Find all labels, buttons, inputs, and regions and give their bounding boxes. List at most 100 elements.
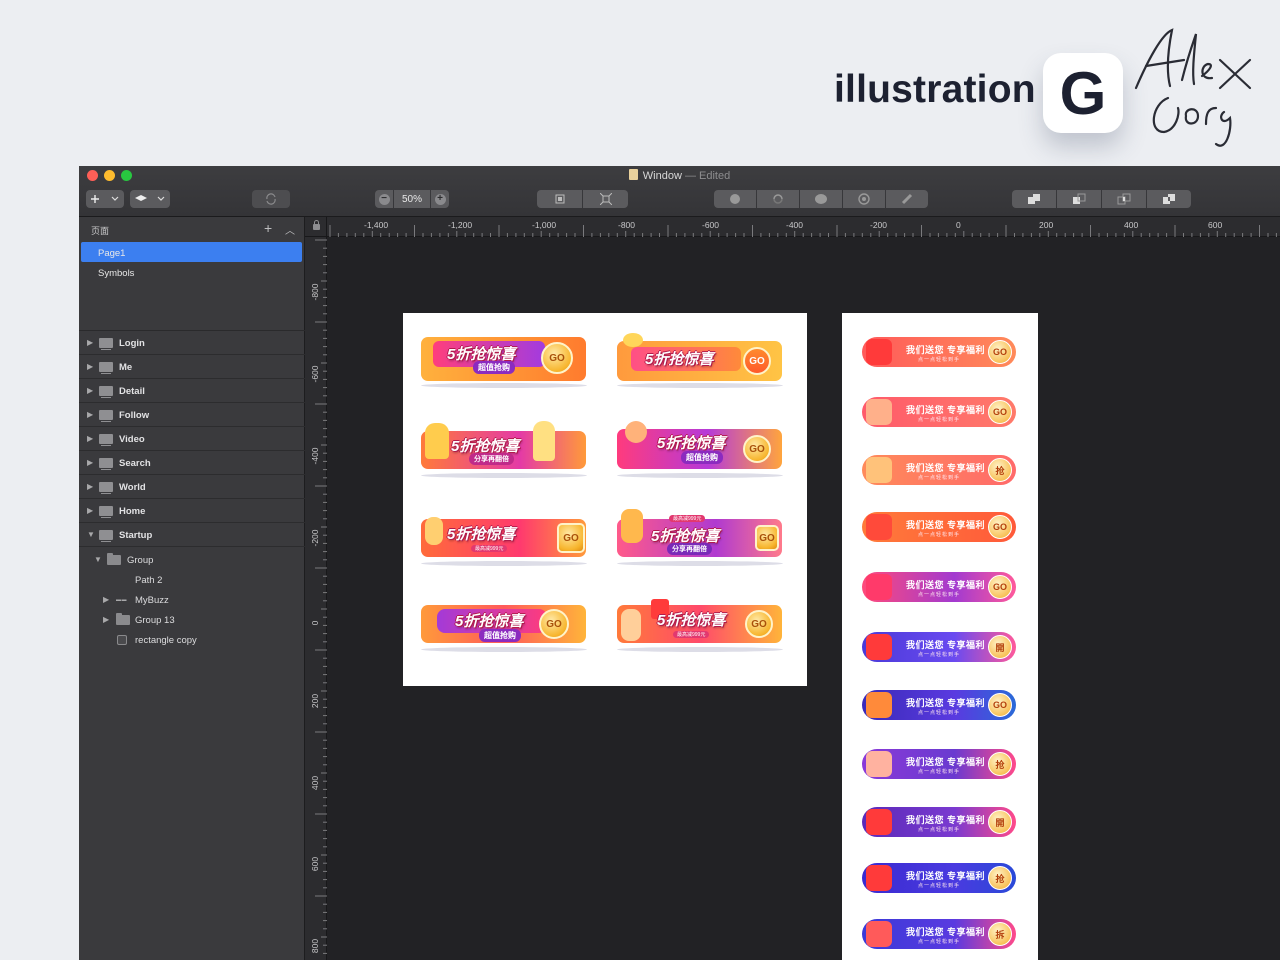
union-button[interactable]	[1012, 190, 1056, 208]
pill-banner-6[interactable]: 我们送您 专享福利 点一点轻松到手 開	[862, 632, 1016, 662]
go-button[interactable]: GO	[539, 609, 569, 639]
pill-action-button[interactable]: 開	[988, 810, 1012, 834]
expand-icon[interactable]: ▶	[87, 410, 93, 419]
pill-banner-2[interactable]: 我们送您 专享福利 点一点轻松到手 GO	[862, 397, 1016, 427]
expand-icon[interactable]: ▶	[87, 506, 93, 515]
pill-action-button[interactable]: GO	[988, 400, 1012, 424]
layer-artboard-login[interactable]: ▶ Login	[79, 331, 305, 355]
center-canvas-button[interactable]	[583, 190, 628, 208]
page-item-symbols[interactable]: Symbols	[81, 262, 302, 282]
pill-banner-5[interactable]: 我们送您 专享福利 点一点轻松到手 GO	[862, 572, 1016, 602]
pill-subtitle: 点一点轻松到手	[918, 592, 961, 598]
add-page-icon[interactable]: +	[264, 220, 272, 236]
artboard-banners-grid[interactable]: 5折抢惊喜 超值抢购 GO 5折抢惊喜 GO 5折抢惊喜 分享再翻倍 5折抢惊喜…	[403, 313, 807, 686]
collapse-icon[interactable]: ▼	[94, 555, 102, 564]
pages-header: 页面 + ︿	[79, 217, 304, 241]
pill-banner-11[interactable]: 我们送您 专享福利 点一点轻松到手 拆	[862, 919, 1016, 949]
go-button[interactable]: GO	[743, 347, 771, 375]
layer-rectangle-copy[interactable]: rectangle copy	[79, 630, 305, 650]
pill-banner-8[interactable]: 我们送您 专享福利 点一点轻松到手 抢	[862, 749, 1016, 779]
pill-action-button[interactable]: GO	[988, 340, 1012, 364]
expand-icon[interactable]: ▶	[87, 338, 93, 347]
page-item-page1[interactable]: Page1	[81, 242, 302, 262]
signature-logo	[1134, 28, 1252, 147]
pill-action-button[interactable]: 開	[988, 635, 1012, 659]
rotate-button[interactable]	[757, 190, 799, 208]
collapse-icon[interactable]: ▼	[87, 530, 95, 539]
banner-5[interactable]: 5折抢惊喜 最高减999元 GO	[421, 517, 586, 557]
banner-1[interactable]: 5折抢惊喜 超值抢购 GO	[421, 337, 586, 381]
pill-banner-10[interactable]: 我们送您 专享福利 点一点轻松到手 抢	[862, 863, 1016, 893]
go-button[interactable]: GO	[541, 342, 573, 374]
insert-button[interactable]	[86, 190, 124, 208]
pill-action-button[interactable]: GO	[988, 515, 1012, 539]
vertical-ruler[interactable]: -800 -600 -400 -200 0 200 400 600 800	[305, 237, 327, 960]
artboard-icon	[99, 506, 113, 518]
banner-3[interactable]: 5折抢惊喜 分享再翻倍	[421, 421, 586, 469]
design-canvas[interactable]: -1,400 -1,200 -1,000 -800 -600 -400 -200…	[305, 217, 1280, 960]
pill-banner-9[interactable]: 我们送您 专享福利 点一点轻松到手 開	[862, 807, 1016, 837]
intersect-button[interactable]	[1102, 190, 1146, 208]
pages-header-label: 页面	[91, 226, 110, 236]
ruler-corner[interactable]	[305, 217, 327, 237]
title-bar: Window — Edited − 50% +	[79, 166, 1280, 217]
expand-icon[interactable]: ▶	[87, 458, 93, 467]
expand-icon[interactable]: ▶	[103, 595, 109, 604]
layer-artboard-detail[interactable]: ▶ Detail	[79, 379, 305, 403]
edit-path-button[interactable]	[714, 190, 756, 208]
banner-2[interactable]: 5折抢惊喜 GO	[617, 333, 782, 381]
zoom-selection-button[interactable]	[537, 190, 582, 208]
zoom-in-button[interactable]: +	[431, 190, 449, 208]
layers-dropdown-button[interactable]	[130, 190, 170, 208]
banner-7[interactable]: 5折抢惊喜 超值抢购 GO	[421, 605, 586, 643]
layer-artboard-follow[interactable]: ▶ Follow	[79, 403, 305, 427]
subtract-button[interactable]	[1057, 190, 1101, 208]
go-button[interactable]: GO	[745, 610, 773, 638]
expand-icon[interactable]: ▶	[87, 434, 93, 443]
pill-banner-4[interactable]: 我们送您 专享福利 点一点轻松到手 GO	[862, 512, 1016, 542]
flatten-button[interactable]	[886, 190, 928, 208]
layer-artboard-startup[interactable]: ▼ Startup	[79, 523, 305, 547]
go-button[interactable]: GO	[557, 523, 585, 553]
expand-icon[interactable]: ▶	[87, 482, 93, 491]
zoom-out-button[interactable]: −	[375, 190, 393, 208]
expand-icon[interactable]: ▶	[87, 362, 93, 371]
layer-path-2[interactable]: Path 2	[79, 570, 305, 590]
banner-4[interactable]: 5折抢惊喜 超值抢购 GO	[617, 421, 782, 469]
pill-banner-1[interactable]: 我们送您 专享福利 点一点轻松到手 GO	[862, 337, 1016, 367]
pill-banner-3[interactable]: 我们送您 专享福利 点一点轻松到手 抢	[862, 455, 1016, 485]
layer-artboard-search[interactable]: ▶ Search	[79, 451, 305, 475]
lock-icon[interactable]	[313, 220, 320, 230]
banner-shadow	[617, 647, 783, 652]
expand-icon[interactable]: ▶	[103, 615, 109, 624]
layer-group-13[interactable]: ▶ Group 13	[79, 610, 305, 630]
pill-action-button[interactable]: 抢	[988, 866, 1012, 890]
pill-action-button[interactable]: 抢	[988, 458, 1012, 482]
pill-banner-7[interactable]: 我们送您 专享福利 点一点轻松到手 GO	[862, 690, 1016, 720]
layer-mybuzz[interactable]: ▶ ▬▬ MyBuzz	[79, 590, 305, 610]
banner-6[interactable]: 最高减999元 5折抢惊喜 分享再翻倍 GO	[617, 509, 782, 557]
layer-artboard-world[interactable]: ▶ World	[79, 475, 305, 499]
scale-button[interactable]	[843, 190, 885, 208]
layer-group[interactable]: ▼ Group	[79, 550, 305, 570]
banner-8[interactable]: 5折抢惊喜 最高减999元 GO	[617, 599, 782, 643]
layer-artboard-video[interactable]: ▶ Video	[79, 427, 305, 451]
pill-subtitle: 点一点轻松到手	[918, 883, 961, 889]
intersect-icon	[1117, 193, 1131, 205]
layer-artboard-me[interactable]: ▶ Me	[79, 355, 305, 379]
mask-button[interactable]	[800, 190, 842, 208]
zoom-level[interactable]: 50%	[394, 190, 430, 208]
pill-action-button[interactable]: 拆	[988, 922, 1012, 946]
go-button[interactable]: GO	[755, 525, 779, 551]
go-button[interactable]: GO	[743, 435, 771, 463]
layer-artboard-home[interactable]: ▶ Home	[79, 499, 305, 523]
pill-action-button[interactable]: 抢	[988, 752, 1012, 776]
expand-icon[interactable]: ▶	[87, 386, 93, 395]
difference-button[interactable]	[1147, 190, 1191, 208]
pill-action-button[interactable]: GO	[988, 693, 1012, 717]
collapse-pages-icon[interactable]: ︿	[285, 222, 295, 237]
pill-action-button[interactable]: GO	[988, 575, 1012, 599]
symbol-sync-button[interactable]	[252, 190, 290, 208]
artboard-pill-banners[interactable]: 我们送您 专享福利 点一点轻松到手 GO 我们送您 专享福利 点一点轻松到手 GO 我们…	[842, 313, 1038, 960]
horizontal-ruler[interactable]: -1,400 -1,200 -1,000 -800 -600 -400 -200…	[327, 217, 1280, 237]
